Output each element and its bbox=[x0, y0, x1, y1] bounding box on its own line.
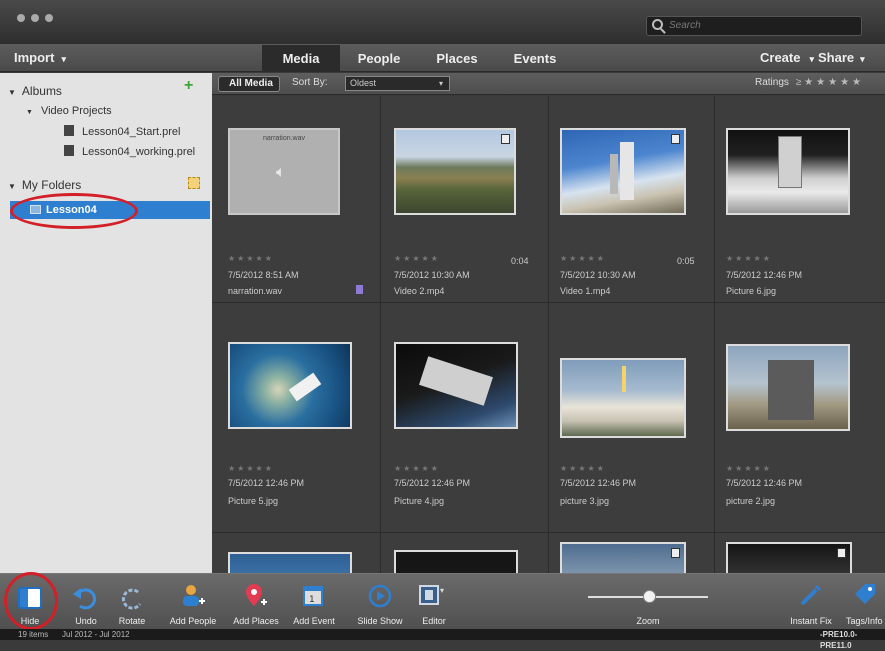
menu-bar: Import ▾ Media People Places Events Creat… bbox=[0, 44, 885, 72]
video-badge-icon bbox=[671, 134, 680, 144]
title-bar: Search bbox=[0, 0, 885, 44]
project-item[interactable]: Lesson04_working.prel bbox=[64, 145, 195, 158]
disclosure-triangle-icon: ▼ bbox=[8, 182, 16, 191]
share-menu[interactable]: Share ▾ bbox=[818, 50, 865, 65]
photo-thumbnail[interactable] bbox=[560, 358, 686, 438]
tab-media[interactable]: Media bbox=[262, 45, 340, 72]
albums-header[interactable]: ▼ Albums bbox=[8, 84, 62, 98]
my-folders-header[interactable]: ▼ My Folders bbox=[8, 178, 81, 192]
import-menu[interactable]: Import ▾ bbox=[14, 50, 66, 65]
video-thumbnail[interactable] bbox=[560, 128, 686, 215]
close-window-button[interactable] bbox=[17, 14, 25, 22]
new-folder-icon[interactable] bbox=[188, 177, 200, 189]
zoom-slider[interactable]: Zoom bbox=[588, 574, 708, 630]
chevron-down-icon: ▾ bbox=[860, 54, 865, 64]
calendar-icon: 1 bbox=[303, 586, 323, 606]
video-badge-icon bbox=[837, 548, 846, 558]
tab-people[interactable]: People bbox=[340, 45, 418, 72]
add-people-icon bbox=[183, 585, 205, 606]
add-people-button[interactable]: Add People bbox=[162, 574, 224, 630]
editor-icon: ▾ bbox=[419, 585, 444, 605]
instant-fix-button[interactable]: Instant Fix bbox=[786, 574, 836, 630]
rating-stars[interactable]: ★★★★★ bbox=[560, 254, 606, 263]
tag-icon bbox=[855, 584, 875, 604]
all-media-button[interactable]: All Media bbox=[218, 76, 280, 92]
add-places-button[interactable]: Add Places bbox=[228, 574, 284, 630]
svg-text:▾: ▾ bbox=[440, 586, 444, 595]
editor-button[interactable]: ▾ Editor bbox=[412, 574, 456, 630]
film-icon bbox=[64, 145, 74, 156]
ratings-filter[interactable]: Ratings ≥★★★★★ bbox=[755, 77, 864, 88]
slide-show-button[interactable]: Slide Show bbox=[352, 574, 408, 630]
video-thumbnail[interactable] bbox=[726, 542, 852, 573]
date-range: Jul 2012 - Jul 2012 bbox=[62, 630, 130, 639]
search-placeholder: Search bbox=[669, 20, 701, 31]
media-grid: narration.wav 🔈︎ ★★★★★ 7/5/2012 8:51 AM … bbox=[212, 96, 885, 573]
add-event-button[interactable]: 1 Add Event bbox=[288, 574, 340, 630]
photo-thumbnail[interactable] bbox=[394, 342, 518, 429]
video-thumbnail[interactable] bbox=[394, 128, 516, 215]
undo-button[interactable]: Undo bbox=[66, 574, 106, 630]
chevron-down-icon: ▾ bbox=[438, 79, 443, 88]
svg-text:1: 1 bbox=[309, 595, 315, 605]
bottom-toolbar: Hide Undo Rotate Add People Add Places 1… bbox=[0, 572, 885, 630]
video-thumbnail[interactable] bbox=[560, 542, 686, 573]
photo-thumbnail[interactable] bbox=[394, 550, 518, 573]
rotate-icon bbox=[122, 588, 142, 610]
item-count: 19 items bbox=[18, 630, 49, 639]
search-input[interactable]: Search bbox=[646, 16, 862, 36]
disclosure-triangle-icon: ▼ bbox=[8, 88, 16, 97]
audio-badge-icon bbox=[356, 285, 363, 294]
speaker-icon: 🔈︎ bbox=[276, 164, 286, 181]
search-icon bbox=[652, 19, 663, 30]
content-toolbar: All Media Sort By: Oldest ▾ Ratings ≥★★★… bbox=[212, 73, 885, 95]
photo-thumbnail[interactable] bbox=[726, 344, 850, 431]
video-badge-icon bbox=[501, 134, 510, 144]
tab-places[interactable]: Places bbox=[418, 45, 496, 72]
zoom-window-button[interactable] bbox=[45, 14, 53, 22]
rating-stars[interactable]: ★★★★★ bbox=[560, 464, 606, 473]
undo-icon bbox=[73, 588, 96, 610]
rating-stars-icon: ≥★★★★★ bbox=[795, 77, 864, 88]
tags-info-button[interactable]: Tags/Info bbox=[840, 574, 885, 630]
status-bar: 19 items Jul 2012 - Jul 2012 -PRE10.0-PR… bbox=[0, 629, 885, 650]
rating-stars[interactable]: ★★★★★ bbox=[228, 254, 274, 263]
wand-icon bbox=[800, 584, 822, 606]
rating-stars[interactable]: ★★★★★ bbox=[394, 254, 440, 263]
disclosure-triangle-icon: ▼ bbox=[26, 109, 33, 116]
rating-stars[interactable]: ★★★★★ bbox=[228, 464, 274, 473]
version-label: -PRE10.0-PRE11.0 bbox=[820, 630, 858, 650]
map-pin-icon bbox=[246, 584, 267, 606]
audio-thumbnail[interactable]: narration.wav 🔈︎ bbox=[228, 128, 340, 215]
project-item[interactable]: Lesson04_Start.prel bbox=[64, 125, 180, 138]
photo-thumbnail[interactable] bbox=[726, 128, 850, 215]
minimize-window-button[interactable] bbox=[31, 14, 39, 22]
photo-thumbnail[interactable] bbox=[228, 342, 352, 429]
play-icon bbox=[368, 584, 392, 608]
rating-stars[interactable]: ★★★★★ bbox=[726, 254, 772, 263]
rotate-button[interactable]: Rotate bbox=[110, 574, 154, 630]
annotation-circle bbox=[4, 572, 58, 630]
tab-events[interactable]: Events bbox=[496, 45, 574, 72]
sidebar: ▼ Albums + ▼ Video Projects Lesson04_Start… bbox=[0, 73, 212, 573]
film-icon bbox=[64, 125, 74, 136]
annotation-circle bbox=[10, 193, 138, 229]
sort-select[interactable]: Oldest ▾ bbox=[345, 76, 450, 91]
sort-label: Sort By: bbox=[292, 77, 328, 88]
video-projects-header[interactable]: ▼ Video Projects bbox=[26, 105, 112, 117]
rating-stars[interactable]: ★★★★★ bbox=[394, 464, 440, 473]
photo-thumbnail[interactable] bbox=[228, 552, 352, 573]
create-menu[interactable]: Create ▾ bbox=[760, 50, 814, 65]
zoom-handle[interactable] bbox=[643, 590, 656, 603]
chevron-down-icon: ▾ bbox=[61, 54, 66, 64]
add-album-icon[interactable]: + bbox=[184, 77, 193, 95]
rating-stars[interactable]: ★★★★★ bbox=[726, 464, 772, 473]
chevron-down-icon: ▾ bbox=[809, 54, 814, 64]
video-badge-icon bbox=[671, 548, 680, 558]
